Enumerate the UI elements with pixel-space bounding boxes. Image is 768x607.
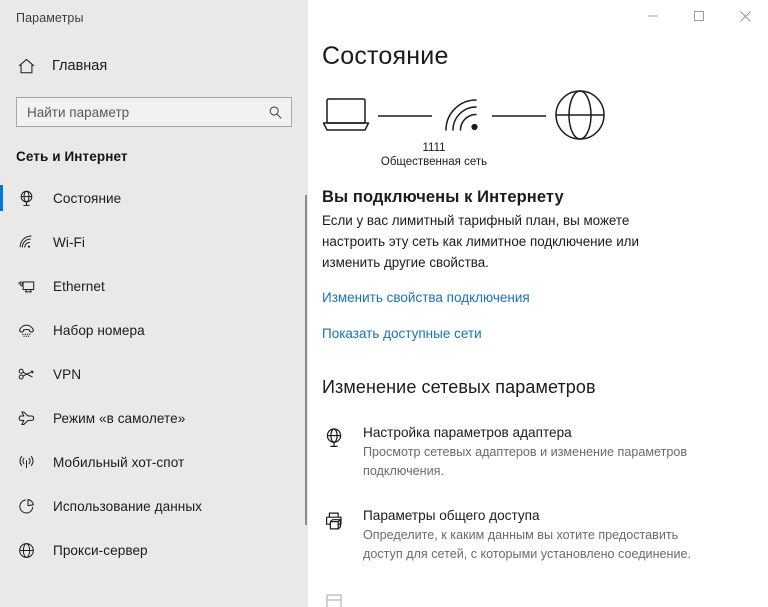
search-box[interactable] (16, 97, 292, 127)
sidebar-item-wifi-label: Wi-Fi (53, 234, 85, 250)
status-page: Состояние 1111 Общественная сеть Вы подк… (308, 0, 768, 607)
sidebar-item-airplane-mode[interactable]: Режим «в самолете» (0, 396, 308, 440)
globe-icon (555, 90, 605, 140)
page-title: Состояние (322, 42, 449, 70)
sidebar-item-proxy[interactable]: Прокси-сервер (0, 528, 308, 572)
option-sharing-settings-text: Параметры общего доступа Определите, к к… (363, 507, 713, 564)
wifi-icon (17, 233, 36, 252)
sharing-printer-icon (322, 508, 346, 532)
sidebar-item-ethernet-label: Ethernet (53, 278, 105, 294)
maximize-icon (694, 11, 704, 21)
network-diagram: 1111 Общественная сеть (322, 85, 622, 170)
data-usage-pie-icon (17, 497, 36, 516)
change-network-settings-heading: Изменение сетевых параметров (322, 377, 596, 397)
home-icon (17, 57, 36, 76)
network-status-icon (17, 189, 36, 208)
sidebar-item-proxy-label: Прокси-сервер (53, 542, 148, 558)
option-adapter-settings[interactable]: Настройка параметров адаптера Просмотр с… (322, 424, 768, 481)
sidebar-group-header: Сеть и Интернет (16, 149, 128, 164)
network-type: Общественная сеть (380, 156, 488, 168)
sidebar-item-dialup-label: Набор номера (53, 322, 145, 338)
sidebar-item-status[interactable]: Состояние (0, 176, 308, 220)
sidebar-scrollbar[interactable] (305, 195, 307, 525)
network-diagram-graphic (322, 90, 605, 140)
sidebar-item-mobile-hotspot-label: Мобильный хот-спот (53, 454, 185, 470)
connection-status-heading: Вы подключены к Интернету (322, 188, 564, 206)
settings-window: Параметры Главная Сеть и Интернет (0, 0, 768, 607)
option-adapter-settings-text: Настройка параметров адаптера Просмотр с… (363, 424, 713, 481)
network-diagram-caption: 1111 Общественная сеть (350, 141, 518, 170)
close-button[interactable] (722, 0, 768, 32)
show-available-networks-link[interactable]: Показать доступные сети (322, 326, 482, 341)
network-ssid: 1111 (422, 142, 446, 154)
change-connection-properties-link[interactable]: Изменить свойства подключения (322, 290, 530, 305)
option-adapter-settings-description: Просмотр сетевых адаптеров и изменение п… (363, 445, 688, 478)
sidebar-item-data-usage[interactable]: Использование данных (0, 484, 308, 528)
hotspot-icon (17, 453, 36, 472)
wifi-signal-icon (445, 99, 478, 131)
partial-cut-off-icon (322, 589, 346, 607)
sidebar-nav: Состояние Wi-Fi Ethernet Набор номера VP… (0, 176, 308, 572)
connection-status-description: Если у вас лимитный тарифный план, вы мо… (322, 213, 639, 270)
vpn-icon (17, 365, 36, 384)
window-controls (630, 0, 768, 32)
main-content: Состояние 1111 Общественная сеть Вы подк… (308, 0, 768, 607)
close-icon (739, 10, 751, 22)
sidebar-item-vpn-label: VPN (53, 366, 82, 382)
option-next-partial[interactable] (322, 588, 768, 607)
option-sharing-settings-description: Определите, к каким данным вы хотите пре… (363, 528, 692, 561)
option-sharing-settings-title: Параметры общего доступа (363, 508, 540, 523)
ethernet-icon (17, 277, 36, 296)
minimize-button[interactable] (630, 0, 676, 32)
sidebar-item-airplane-mode-label: Режим «в самолете» (53, 410, 186, 426)
sidebar-item-ethernet[interactable]: Ethernet (0, 264, 308, 308)
proxy-globe-icon (17, 541, 36, 560)
sidebar-item-dialup[interactable]: Набор номера (0, 308, 308, 352)
dialup-phone-icon (17, 321, 36, 340)
laptop-icon (322, 98, 370, 131)
sidebar-item-vpn[interactable]: VPN (0, 352, 308, 396)
minimize-icon (648, 15, 658, 17)
airplane-icon (17, 409, 36, 428)
sidebar-item-home[interactable]: Главная (0, 49, 308, 83)
search-input[interactable] (27, 98, 268, 126)
sidebar-item-data-usage-label: Использование данных (53, 498, 202, 514)
app-title: Параметры (16, 11, 84, 25)
option-sharing-settings[interactable]: Параметры общего доступа Определите, к к… (322, 507, 768, 564)
adapter-globe-icon (322, 425, 346, 449)
sidebar: Параметры Главная Сеть и Интернет (0, 0, 308, 607)
sidebar-item-home-label: Главная (52, 58, 108, 74)
maximize-button[interactable] (676, 0, 722, 32)
sidebar-item-wifi[interactable]: Wi-Fi (0, 220, 308, 264)
sidebar-item-status-label: Состояние (53, 190, 122, 206)
sidebar-item-mobile-hotspot[interactable]: Мобильный хот-спот (0, 440, 308, 484)
search-icon[interactable] (268, 105, 283, 120)
option-adapter-settings-title: Настройка параметров адаптера (363, 425, 572, 440)
